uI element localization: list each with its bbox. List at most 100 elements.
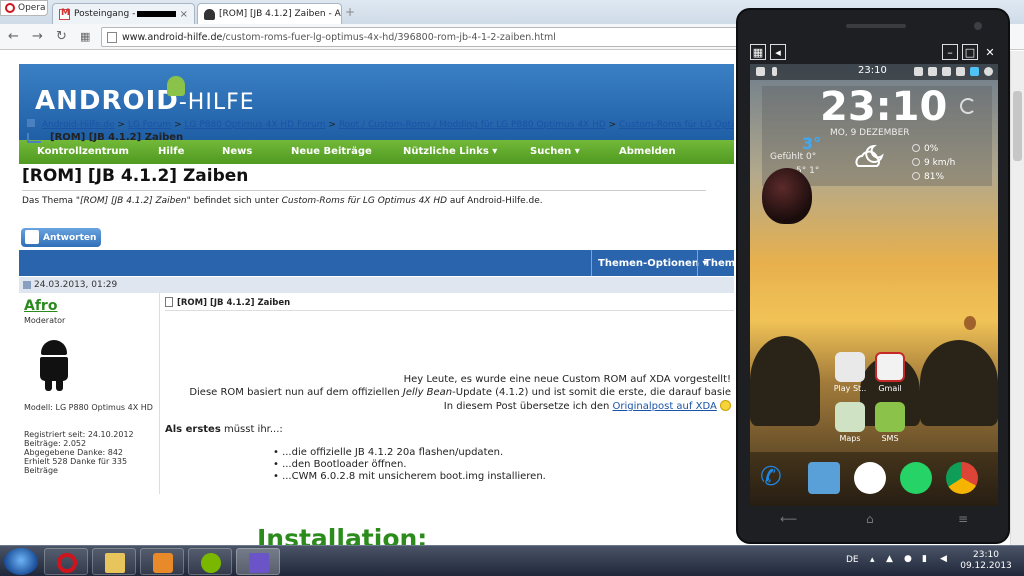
app-label: SMS bbox=[881, 434, 899, 443]
tray-whatsapp-icon[interactable]: ● bbox=[904, 554, 912, 564]
tab-android-hilfe[interactable]: [ROM] [JB 4.1.2] Zaiben - A × bbox=[197, 3, 342, 24]
whatsapp-icon[interactable] bbox=[900, 462, 932, 494]
desc-thread: [ROM] [JB 4.1.2] Zaiben bbox=[80, 196, 187, 206]
widget-temperature: 3° bbox=[802, 134, 822, 153]
url-domain: www.android-hilfe.de bbox=[122, 31, 223, 43]
refresh-icon[interactable] bbox=[960, 98, 976, 114]
nav-kontrollzentrum[interactable]: Kontrollzentrum bbox=[37, 146, 129, 157]
site-logo[interactable]: ANDROID-HILFE bbox=[35, 86, 255, 116]
author-posts: Beiträge: 2.052 bbox=[24, 439, 87, 448]
tray-volume-icon[interactable]: ◀ bbox=[940, 554, 947, 564]
taskbar-phone-app[interactable] bbox=[236, 548, 280, 575]
tab-gmail[interactable]: Posteingang - × bbox=[52, 3, 195, 24]
minimize-button[interactable]: – bbox=[942, 44, 958, 60]
post-date: 24.03.2013, 01:29 bbox=[34, 280, 118, 290]
app-sms[interactable]: SMS bbox=[870, 402, 910, 443]
post-title-text: [ROM] [JB 4.1.2] Zaiben bbox=[177, 298, 291, 308]
nav-neue-beitraege[interactable]: Neue Beiträge bbox=[291, 146, 372, 157]
nav-abmelden[interactable]: Abmelden bbox=[619, 146, 676, 157]
small-balloon-image bbox=[964, 316, 976, 330]
list-item-text: ...den Bootloader öffnen. bbox=[282, 459, 407, 470]
breadcrumb-link[interactable]: LG P880 Optimus 4X HD Forum bbox=[185, 120, 326, 130]
hot-air-balloon-image bbox=[762, 168, 812, 224]
author-name[interactable]: Afro bbox=[24, 298, 57, 314]
start-button[interactable] bbox=[4, 548, 38, 575]
volume-icon[interactable]: ◂ bbox=[770, 44, 786, 60]
status-time: 23:10 bbox=[858, 65, 887, 76]
author-thanks-received: Erhielt 528 Danke für 335 Beiträge bbox=[24, 457, 128, 475]
close-tab-icon[interactable]: × bbox=[176, 9, 188, 20]
forward-arrow-icon[interactable]: → bbox=[32, 29, 43, 44]
wind-value: 9 km/h bbox=[924, 158, 956, 168]
clock-time: 23:10 bbox=[973, 550, 999, 560]
system-clock[interactable]: 23:10 09.12.2013 bbox=[960, 550, 1012, 572]
app-label: Gmail bbox=[878, 384, 902, 393]
opera-menu-button[interactable]: Opera bbox=[0, 0, 48, 16]
apps-grid-icon[interactable]: ▦ bbox=[80, 30, 90, 43]
app-maps[interactable]: Maps bbox=[830, 402, 870, 443]
app-drawer-icon[interactable] bbox=[854, 462, 886, 494]
menu-key-icon[interactable]: ≡ bbox=[958, 512, 978, 526]
phone-screen[interactable]: 23:10 23:10 MO, 9 DEZEMBER 3° Gefühlt 0°… bbox=[750, 64, 998, 506]
rain-icon bbox=[912, 144, 920, 152]
home-key-icon[interactable]: ⌂ bbox=[866, 512, 886, 526]
back-arrow-icon[interactable]: ← bbox=[8, 29, 19, 44]
app-gmail[interactable]: Gmail bbox=[870, 352, 910, 393]
close-tab-icon[interactable]: × bbox=[341, 9, 342, 20]
breadcrumb-link[interactable]: LG Forum bbox=[128, 120, 171, 130]
breadcrumb-sep: > bbox=[117, 120, 125, 130]
nav-hilfe[interactable]: Hilfe bbox=[158, 146, 184, 157]
breadcrumb-link[interactable]: Android-Hilfe.de bbox=[42, 120, 115, 130]
new-tab-button[interactable]: + bbox=[345, 5, 359, 19]
folder-icon bbox=[105, 553, 125, 573]
taskbar-explorer[interactable] bbox=[92, 548, 136, 575]
widget-humidity: 81% bbox=[912, 172, 944, 182]
post-line-2: Diese ROM basiert nun auf dem offizielle… bbox=[165, 387, 731, 398]
line3-a: In diesem Post übersetze ich den bbox=[443, 401, 613, 412]
page-scrollbar[interactable] bbox=[1010, 51, 1024, 545]
nav-news[interactable]: News bbox=[222, 146, 252, 157]
tray-drive-icon[interactable]: ▲ bbox=[886, 554, 893, 564]
reply-button[interactable]: Antworten bbox=[21, 228, 101, 247]
line2-b: -Update (4.1.2) und ist somit die erste,… bbox=[452, 387, 731, 398]
chrome-icon[interactable] bbox=[946, 462, 978, 494]
avatar[interactable] bbox=[30, 335, 82, 395]
taskbar-opera[interactable] bbox=[44, 548, 88, 575]
app-play-store[interactable]: Play St.. bbox=[830, 352, 870, 393]
post-title-icon bbox=[165, 297, 173, 307]
alarm-icon bbox=[928, 67, 937, 76]
redaction-bar bbox=[137, 11, 176, 17]
breadcrumb-current: [ROM] [JB 4.1.2] Zaiben bbox=[50, 132, 184, 143]
maximize-button[interactable]: □ bbox=[962, 44, 978, 60]
screenshot-icon[interactable]: ▦ bbox=[750, 44, 766, 60]
maps-icon bbox=[835, 402, 865, 432]
reload-icon[interactable]: ↻ bbox=[56, 29, 67, 44]
phone-call-icon[interactable]: ✆ bbox=[760, 462, 792, 494]
url-path: /custom-roms-fuer-lg-optimus-4x-hd/39680… bbox=[222, 31, 556, 43]
taskbar-spotify[interactable] bbox=[188, 548, 232, 575]
humidity-value: 81% bbox=[924, 172, 945, 182]
close-button[interactable]: ✕ bbox=[982, 44, 998, 60]
breadcrumb-arrow-icon bbox=[27, 133, 41, 143]
contacts-icon[interactable] bbox=[808, 462, 840, 494]
back-key-icon[interactable]: ⟵ bbox=[780, 512, 800, 526]
widget-rain: 0% bbox=[912, 144, 938, 154]
phone-camera bbox=[974, 22, 982, 30]
xda-link[interactable]: Originalpost auf XDA bbox=[613, 401, 717, 412]
thread-options-menu[interactable]: Themen-Optionen ▾ bbox=[591, 250, 713, 276]
author-registered: Registriert seit: 24.10.2012 bbox=[24, 430, 134, 439]
breadcrumb-sep: > bbox=[328, 120, 336, 130]
desc-suffix: auf Android-Hilfe.de. bbox=[447, 196, 543, 206]
tray-network-icon[interactable]: ▮ bbox=[922, 554, 927, 564]
breadcrumb-link[interactable]: Root / Custom-Roms / Modding für LG P880… bbox=[339, 120, 606, 130]
author-model: Modell: LG P880 Optimus 4X HD bbox=[24, 403, 153, 412]
address-bar[interactable]: www.android-hilfe.de/custom-roms-fuer-lg… bbox=[101, 27, 741, 47]
tray-expand-icon[interactable]: ▴ bbox=[870, 555, 875, 565]
nav-suchen[interactable]: Suchen ▾ bbox=[530, 146, 580, 157]
taskbar-media-player[interactable] bbox=[140, 548, 184, 575]
breadcrumb-link[interactable]: Custom-Roms für LG Optimus 4X bbox=[619, 120, 734, 130]
wifi-icon bbox=[956, 67, 965, 76]
language-indicator[interactable]: DE bbox=[846, 555, 859, 565]
scrollbar-thumb[interactable] bbox=[1013, 91, 1022, 161]
nav-nuetzliche-links[interactable]: Nützliche Links ▾ bbox=[403, 146, 497, 157]
